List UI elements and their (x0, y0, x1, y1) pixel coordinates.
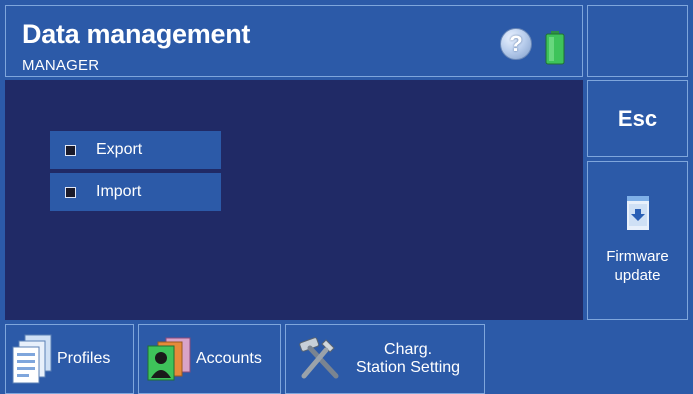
firmware-label-line2: update (614, 267, 661, 284)
export-option[interactable]: Export (50, 131, 221, 169)
page-title: Data management (22, 19, 251, 49)
export-checkbox[interactable] (65, 144, 76, 156)
esc-label: Esc (617, 105, 658, 131)
firmware-label-line1: Firmware (606, 248, 669, 265)
esc-button[interactable]: Esc (587, 80, 688, 157)
tab-accounts[interactable]: Accounts (138, 324, 281, 394)
import-option[interactable]: Import (50, 173, 221, 211)
firmware-update-button[interactable]: Firmware update (587, 161, 688, 320)
profiles-icon (11, 333, 55, 385)
export-label: Export (96, 141, 143, 158)
tab-charging-label: Charg. Station Setting (356, 341, 460, 377)
import-label: Import (96, 183, 142, 200)
header-right-panel (587, 5, 688, 77)
help-glyph: ? (509, 31, 523, 56)
tab-charging-station-setting[interactable]: Charg. Station Setting (285, 324, 485, 394)
download-file-icon (626, 196, 649, 235)
tools-icon (296, 336, 342, 382)
battery-icon (545, 31, 565, 65)
tab-charging-label-line1: Charg. (384, 341, 433, 358)
help-icon[interactable]: ? (500, 28, 532, 60)
import-checkbox[interactable] (65, 186, 76, 198)
tab-accounts-label: Accounts (196, 350, 262, 367)
tab-charging-label-line2: Station Setting (356, 359, 461, 376)
page-subtitle: MANAGER (22, 57, 100, 74)
tab-profiles[interactable]: Profiles (5, 324, 134, 394)
accounts-icon (146, 336, 194, 382)
tab-profiles-label: Profiles (57, 350, 111, 367)
